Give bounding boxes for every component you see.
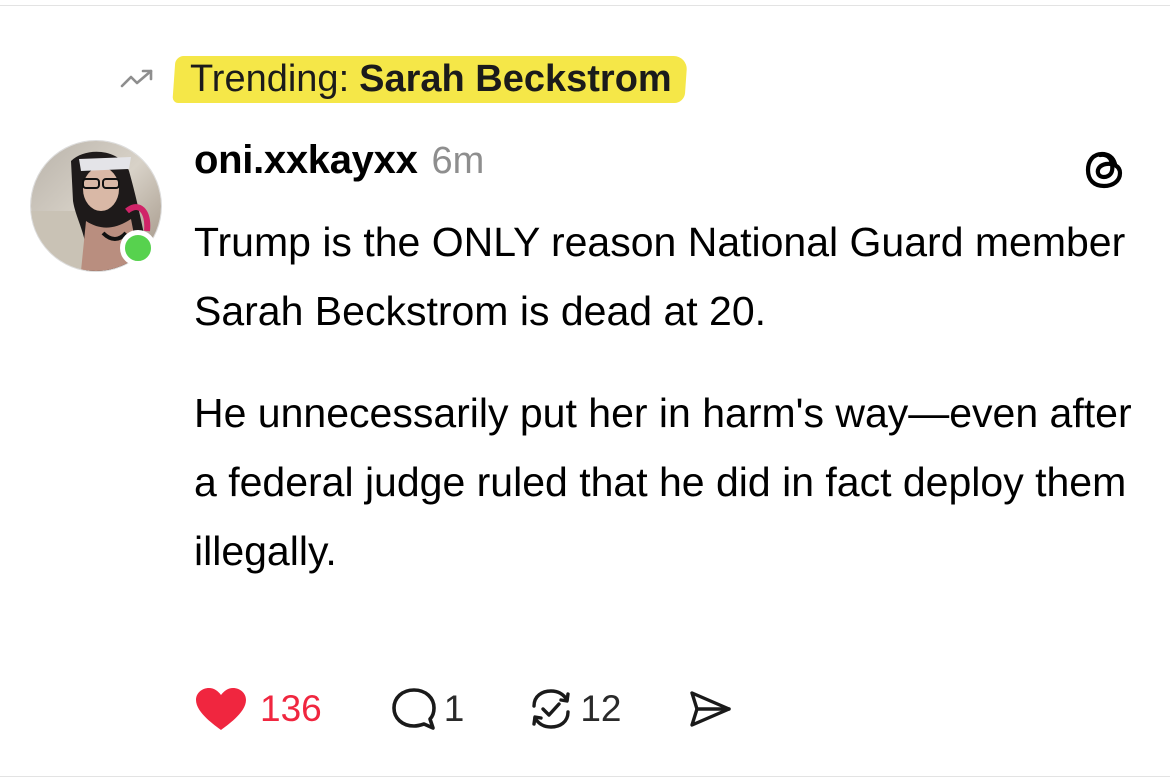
like-button[interactable]: 136 xyxy=(194,686,322,732)
author-avatar-container[interactable] xyxy=(30,140,162,272)
trending-banner[interactable]: Trending: Sarah Beckstrom xyxy=(118,50,686,108)
online-status-indicator xyxy=(120,230,156,266)
trending-arrow-icon xyxy=(118,59,158,99)
reply-count: 1 xyxy=(443,688,465,729)
post-timestamp: 6m xyxy=(431,140,485,182)
post-actions: 136 1 12 xyxy=(194,684,733,734)
trending-prefix: Trending: xyxy=(190,58,350,100)
threads-logo-icon xyxy=(1080,144,1132,196)
heart-icon xyxy=(194,686,248,732)
share-button[interactable] xyxy=(687,688,733,730)
bottom-divider xyxy=(0,776,1170,777)
send-icon xyxy=(687,688,733,730)
repost-button[interactable]: 12 xyxy=(526,686,621,732)
post-header: oni.xxkayxx 6m xyxy=(194,138,484,194)
repost-icon xyxy=(526,686,576,732)
post-paragraph-2: He unnecessarily put her in harm's way—e… xyxy=(194,390,1132,574)
post-paragraph-1: Trump is the ONLY reason National Guard … xyxy=(194,219,1126,334)
trending-label[interactable]: Trending: Sarah Beckstrom xyxy=(172,53,686,105)
top-divider xyxy=(0,5,1170,6)
like-count: 136 xyxy=(260,688,322,729)
reply-button[interactable]: 1 xyxy=(390,686,465,732)
trending-topic[interactable]: Sarah Beckstrom xyxy=(359,58,672,100)
repost-count: 12 xyxy=(580,688,622,729)
username[interactable]: oni.xxkayxx xyxy=(194,138,418,183)
post-body: Trump is the ONLY reason National Guard … xyxy=(194,208,1144,586)
comment-icon xyxy=(390,686,438,732)
